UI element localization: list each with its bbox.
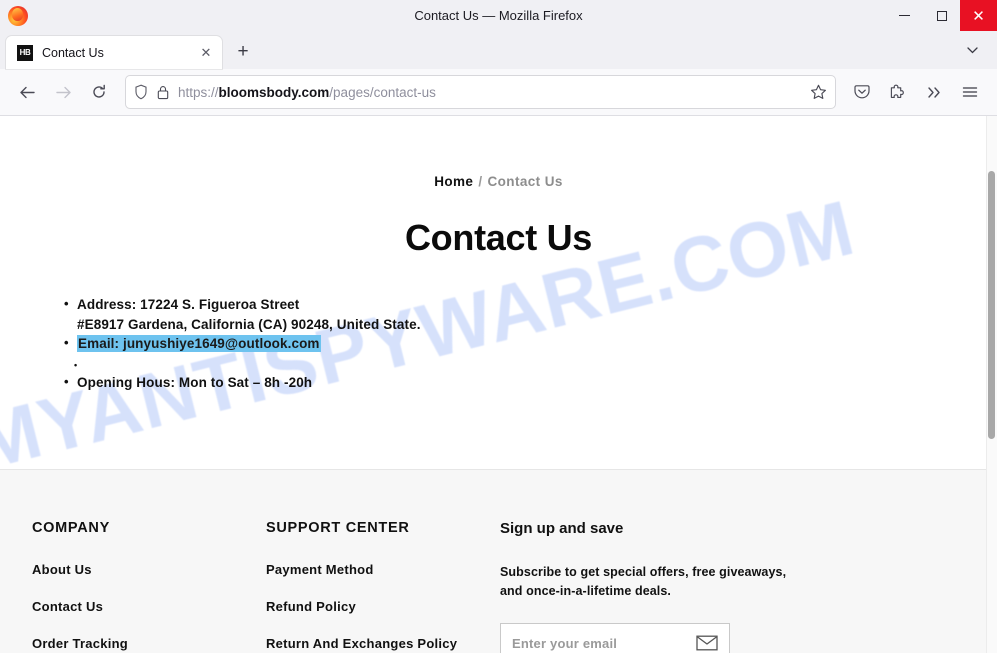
application-menu-button[interactable] bbox=[953, 76, 987, 108]
title-bar: Contact Us — Mozilla Firefox ✕ bbox=[0, 0, 997, 31]
breadcrumb-current: Contact Us bbox=[487, 174, 563, 189]
hamburger-menu-icon bbox=[962, 87, 978, 97]
window-title: Contact Us — Mozilla Firefox bbox=[414, 8, 583, 23]
email-text-selected[interactable]: Email: junyushiye1649@outlook.com bbox=[77, 335, 321, 352]
address-line-1: Address: 17224 S. Figueroa Street bbox=[77, 297, 300, 312]
reload-button[interactable] bbox=[82, 76, 116, 108]
signup-heading: Sign up and save bbox=[500, 520, 624, 537]
list-item-opening-hours: Opening Hous: Mon to Sat – 8h -20h bbox=[64, 372, 997, 393]
chevron-down-icon bbox=[966, 46, 978, 53]
web-page: MYANTISPYWARE.COM Home / Contact Us Contac… bbox=[0, 116, 997, 653]
url-path: /pages/contact-us bbox=[329, 84, 436, 100]
breadcrumb: Home / Contact Us bbox=[0, 116, 997, 189]
shield-icon[interactable] bbox=[134, 84, 148, 100]
reload-icon bbox=[93, 84, 105, 98]
star-icon bbox=[811, 84, 826, 99]
footer-column-company: COMPANY About Us Contact Us Order Tracki… bbox=[32, 520, 266, 653]
back-button[interactable] bbox=[10, 76, 44, 108]
list-item-blank bbox=[64, 354, 997, 376]
breadcrumb-home-link[interactable]: Home bbox=[434, 174, 473, 189]
newsletter-email-placeholder: Enter your email bbox=[512, 635, 618, 651]
scrollbar-thumb[interactable] bbox=[988, 171, 995, 439]
footer-link-payment-method[interactable]: Payment Method bbox=[266, 562, 500, 577]
chevron-double-right-icon bbox=[928, 86, 940, 98]
newsletter-email-field[interactable]: Enter your email bbox=[500, 623, 730, 653]
url-host: bloomsbody.com bbox=[218, 84, 330, 100]
footer-column-signup: Sign up and save Subscribe to get specia… bbox=[500, 520, 800, 653]
navigation-toolbar: https://bloomsbody.com/pages/contact-us bbox=[0, 69, 997, 116]
page-content: Home / Contact Us Contact Us Address: 1722… bbox=[0, 116, 997, 392]
close-tab-icon[interactable]: ✕ bbox=[197, 44, 215, 62]
page-title: Contact Us bbox=[404, 217, 593, 258]
footer-heading-company: COMPANY bbox=[32, 520, 110, 536]
page-scrollbar[interactable] bbox=[986, 116, 997, 653]
bookmark-star-button[interactable] bbox=[810, 84, 827, 100]
opening-hours-text: Opening Hous: Mon to Sat – 8h -20h bbox=[77, 374, 313, 390]
list-all-tabs-button[interactable] bbox=[959, 37, 985, 63]
puzzle-piece-icon bbox=[890, 84, 904, 98]
forward-button[interactable] bbox=[46, 76, 80, 108]
lock-icon[interactable] bbox=[157, 85, 169, 100]
footer-column-support: SUPPORT CENTER Payment Method Refund Pol… bbox=[266, 520, 500, 653]
tab-title: Contact Us bbox=[42, 45, 104, 60]
arrow-right-icon bbox=[55, 86, 71, 98]
list-item-address: Address: 17224 S. Figueroa Street #E8917… bbox=[64, 294, 997, 334]
breadcrumb-separator: / bbox=[478, 174, 483, 189]
address-line-2: #E8917 Gardena, California (CA) 90248, U… bbox=[77, 316, 421, 332]
arrow-left-icon bbox=[19, 86, 35, 98]
pocket-button[interactable] bbox=[845, 76, 879, 108]
footer-link-order-tracking[interactable]: Order Tracking bbox=[32, 636, 266, 651]
contact-info-list: Address: 17224 S. Figueroa Street #E8917… bbox=[64, 294, 997, 393]
site-footer: COMPANY About Us Contact Us Order Tracki… bbox=[0, 469, 997, 653]
pocket-icon bbox=[854, 85, 870, 99]
extensions-button[interactable] bbox=[881, 76, 915, 108]
footer-link-contact-us[interactable]: Contact Us bbox=[32, 599, 266, 614]
site-favicon-icon: HB bbox=[17, 44, 33, 61]
url-scheme: https:// bbox=[178, 84, 219, 100]
toolbar-right-buttons bbox=[845, 76, 987, 108]
overflow-menu-button[interactable] bbox=[917, 76, 951, 108]
signup-description: Subscribe to get special offers, free gi… bbox=[500, 565, 787, 598]
url-display[interactable]: https://bloomsbody.com/pages/contact-us bbox=[178, 85, 801, 100]
tab-strip: HB Contact Us ✕ + bbox=[0, 31, 997, 69]
footer-link-return-exchanges-policy[interactable]: Return And Exchanges Policy bbox=[266, 636, 500, 651]
footer-columns: COMPANY About Us Contact Us Order Tracki… bbox=[0, 470, 997, 653]
browser-window: Contact Us — Mozilla Firefox ✕ HB Contac… bbox=[0, 0, 997, 653]
footer-link-refund-policy[interactable]: Refund Policy bbox=[266, 599, 500, 614]
footer-heading-support-center: SUPPORT CENTER bbox=[266, 520, 410, 536]
envelope-icon[interactable] bbox=[696, 635, 718, 651]
footer-link-about-us[interactable]: About Us bbox=[32, 562, 266, 577]
new-tab-button[interactable]: + bbox=[228, 37, 258, 67]
address-bar[interactable]: https://bloomsbody.com/pages/contact-us bbox=[126, 76, 835, 108]
browser-tab[interactable]: HB Contact Us ✕ bbox=[6, 36, 222, 69]
page-viewport: MYANTISPYWARE.COM Home / Contact Us Contac… bbox=[0, 116, 997, 653]
list-item-email: Email: junyushiye1649@outlook.com bbox=[64, 333, 997, 354]
